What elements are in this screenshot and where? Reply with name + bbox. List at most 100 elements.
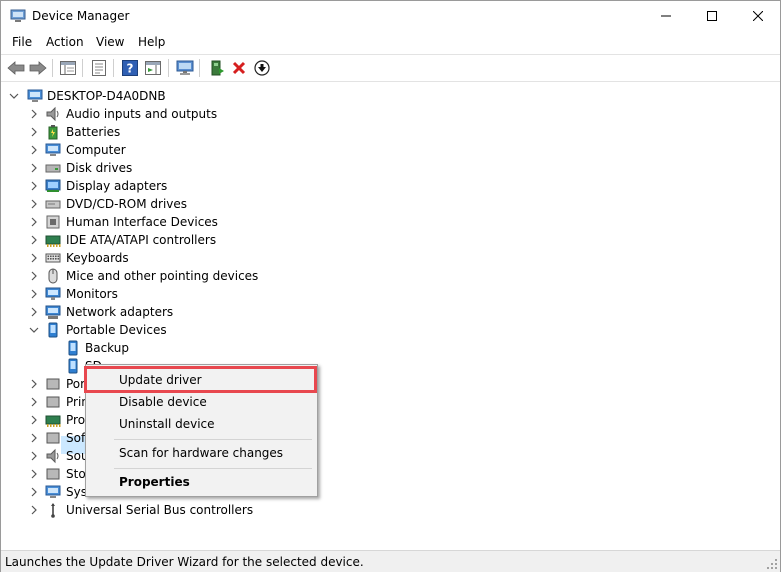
toolbar: ?: [1, 54, 780, 82]
expand-chevron-icon[interactable]: [29, 451, 39, 461]
window-title: Device Manager: [32, 9, 130, 23]
expand-chevron-icon[interactable]: [29, 469, 39, 479]
portable-device-icon: [48, 322, 58, 338]
menu-file[interactable]: File: [12, 35, 32, 49]
uninstall-device-button[interactable]: [229, 58, 249, 78]
tree-item-label[interactable]: Sof: [66, 429, 85, 447]
expand-chevron-icon[interactable]: [29, 217, 39, 227]
collapse-chevron-icon[interactable]: [29, 325, 39, 335]
network-adapter-icon: [45, 305, 61, 319]
device-manager-window: Device Manager File Action View Help ? D…: [0, 0, 781, 572]
expand-chevron-icon[interactable]: [29, 433, 39, 443]
menu-action[interactable]: Action: [46, 35, 84, 49]
maximize-button[interactable]: [689, 1, 735, 31]
expand-chevron-icon[interactable]: [29, 487, 39, 497]
tree-item-label[interactable]: Universal Serial Bus controllers: [66, 501, 253, 519]
menu-item-disable-device[interactable]: Disable device: [86, 392, 317, 414]
forward-arrow-icon: [29, 61, 47, 75]
tree-item-label[interactable]: Disk drives: [66, 159, 132, 177]
minimize-icon: [661, 15, 671, 17]
tree-item-label[interactable]: Monitors: [66, 285, 118, 303]
back-button[interactable]: [6, 58, 26, 78]
expand-chevron-icon[interactable]: [29, 415, 39, 425]
expand-chevron-icon[interactable]: [29, 199, 39, 209]
tree-item-label[interactable]: Batteries: [66, 123, 120, 141]
expand-chevron-icon[interactable]: [29, 397, 39, 407]
show-hide-console-tree-button[interactable]: [58, 58, 78, 78]
computer-icon: [45, 485, 61, 498]
forward-button[interactable]: [28, 58, 48, 78]
collapse-chevron-icon[interactable]: [9, 91, 19, 101]
ide-controller-icon: [45, 415, 61, 427]
tree-item-label[interactable]: Portable Devices: [66, 321, 167, 339]
toolbar-separator: [113, 59, 114, 77]
tree-item-label[interactable]: Display adapters: [66, 177, 167, 195]
menu-separator: [114, 468, 312, 469]
toolbar-separator: [82, 59, 83, 77]
expand-chevron-icon[interactable]: [29, 253, 39, 263]
expand-chevron-icon[interactable]: [29, 307, 39, 317]
display-adapter-icon: [45, 179, 61, 192]
expand-chevron-icon[interactable]: [29, 271, 39, 281]
battery-icon: [48, 125, 58, 140]
expand-chevron-icon[interactable]: [29, 163, 39, 173]
minimize-button[interactable]: [643, 1, 689, 31]
menu-item-uninstall-device[interactable]: Uninstall device: [86, 414, 317, 436]
tree-item-label[interactable]: Pro: [66, 411, 85, 429]
tree-item-label[interactable]: Keyboards: [66, 249, 129, 267]
expand-chevron-icon[interactable]: [29, 109, 39, 119]
tree-item-label[interactable]: Por: [66, 375, 85, 393]
tree-item-label[interactable]: DVD/CD-ROM drives: [66, 195, 187, 213]
tree-item-label[interactable]: Mice and other pointing devices: [66, 267, 258, 285]
hid-icon: [46, 215, 60, 229]
title-bar[interactable]: Device Manager: [1, 1, 780, 32]
help-icon: ?: [122, 60, 138, 76]
portable-device-icon: [68, 340, 78, 356]
generic-icon: [46, 396, 60, 408]
portable-device-icon: [68, 358, 78, 374]
resize-grip-icon[interactable]: [766, 558, 778, 570]
tree-item-label[interactable]: Network adapters: [66, 303, 173, 321]
scan-hardware-button[interactable]: [175, 58, 195, 78]
close-button[interactable]: [735, 1, 781, 31]
usb-icon: [51, 503, 55, 518]
expand-chevron-icon[interactable]: [29, 379, 39, 389]
menu-help[interactable]: Help: [138, 35, 165, 49]
action-pane-icon: [145, 61, 161, 75]
mouse-icon: [48, 268, 58, 284]
menu-item-label: Properties: [119, 475, 190, 489]
help-button[interactable]: ?: [120, 58, 140, 78]
tree-item-label[interactable]: IDE ATA/ATAPI controllers: [66, 231, 216, 249]
expand-chevron-icon[interactable]: [29, 145, 39, 155]
tree-item-label[interactable]: Sto: [66, 465, 86, 483]
status-bar: Launches the Update Driver Wizard for th…: [1, 550, 780, 572]
expand-chevron-icon[interactable]: [29, 181, 39, 191]
tree-child-label[interactable]: Backup: [85, 339, 129, 357]
toolbar-separator: [199, 59, 200, 77]
disk-drive-icon: [45, 164, 61, 173]
expand-chevron-icon[interactable]: [29, 127, 39, 137]
tree-item-label[interactable]: Audio inputs and outputs: [66, 105, 217, 123]
menu-item-scan-hardware[interactable]: Scan for hardware changes: [86, 443, 317, 465]
tree-item-label[interactable]: Computer: [66, 141, 126, 159]
expand-chevron-icon[interactable]: [29, 289, 39, 299]
toolbar-separator: [52, 59, 53, 77]
keyboard-icon: [45, 253, 61, 263]
device-manager-icon: [10, 9, 26, 22]
update-driver-button[interactable]: [207, 58, 227, 78]
generic-icon: [46, 378, 60, 390]
tree-item-label[interactable]: Human Interface Devices: [66, 213, 218, 231]
computer-icon: [45, 143, 61, 156]
expand-chevron-icon[interactable]: [29, 505, 39, 515]
menu-item-properties[interactable]: Properties: [86, 472, 317, 494]
properties-button[interactable]: [89, 58, 109, 78]
enable-device-button[interactable]: [252, 58, 272, 78]
menu-view[interactable]: View: [96, 35, 124, 49]
toolbar-separator: [168, 59, 169, 77]
action-pane-button[interactable]: [143, 58, 163, 78]
ide-controller-icon: [45, 235, 61, 247]
menu-item-label: Scan for hardware changes: [119, 446, 284, 460]
expand-chevron-icon[interactable]: [29, 235, 39, 245]
speaker-icon: [46, 106, 59, 122]
tree-root-label[interactable]: DESKTOP-D4A0DNB: [47, 87, 166, 105]
